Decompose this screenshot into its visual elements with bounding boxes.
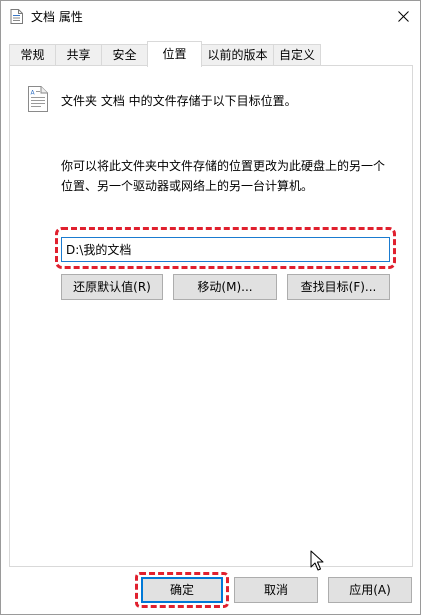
- close-button[interactable]: [386, 1, 420, 31]
- ok-button[interactable]: 确定: [141, 577, 223, 603]
- location-tab-panel: A 文件夹 文档 中的文件存储于以下目标位置。 你可以将此文件夹中文件存储的位置…: [9, 65, 413, 567]
- apply-button[interactable]: 应用(A): [328, 577, 412, 603]
- tab-security[interactable]: 安全: [101, 44, 148, 65]
- tab-customize[interactable]: 自定义: [273, 44, 321, 65]
- title-bar: 文档 属性: [1, 1, 420, 31]
- tab-general[interactable]: 常规: [9, 44, 56, 65]
- find-target-button[interactable]: 查找目标(F)...: [287, 274, 390, 300]
- location-header-text: 文件夹 文档 中的文件存储于以下目标位置。: [61, 94, 297, 108]
- location-path-input[interactable]: [61, 237, 390, 262]
- description-line-1: 你可以将此文件夹中文件存储的位置更改为此硬盘上的另一个: [61, 159, 386, 173]
- window-title: 文档 属性: [31, 10, 83, 24]
- cancel-button[interactable]: 取消: [234, 577, 318, 603]
- tab-location[interactable]: 位置: [147, 41, 202, 67]
- document-folder-icon: A: [28, 86, 48, 112]
- description-line-2: 位置、另一个驱动器或网络上的另一台计算机。: [61, 179, 314, 193]
- close-icon: [397, 10, 409, 22]
- document-icon: [10, 9, 23, 24]
- move-button[interactable]: 移动(M)...: [173, 274, 277, 300]
- tab-sharing[interactable]: 共享: [55, 44, 102, 65]
- tab-previous-versions[interactable]: 以前的版本: [201, 44, 274, 65]
- location-description: 你可以将此文件夹中文件存储的位置更改为此硬盘上的另一个 位置、另一个驱动器或网络…: [61, 156, 401, 196]
- restore-default-button[interactable]: 还原默认值(R): [61, 274, 163, 300]
- tab-strip: 常规 共享 安全 位置 以前的版本 自定义: [9, 41, 413, 67]
- properties-dialog: 文档 属性 常规 共享 安全 位置 以前的版本 自定义 A 文件夹 文档 中的文…: [0, 0, 421, 615]
- mouse-pointer-icon: [310, 550, 324, 571]
